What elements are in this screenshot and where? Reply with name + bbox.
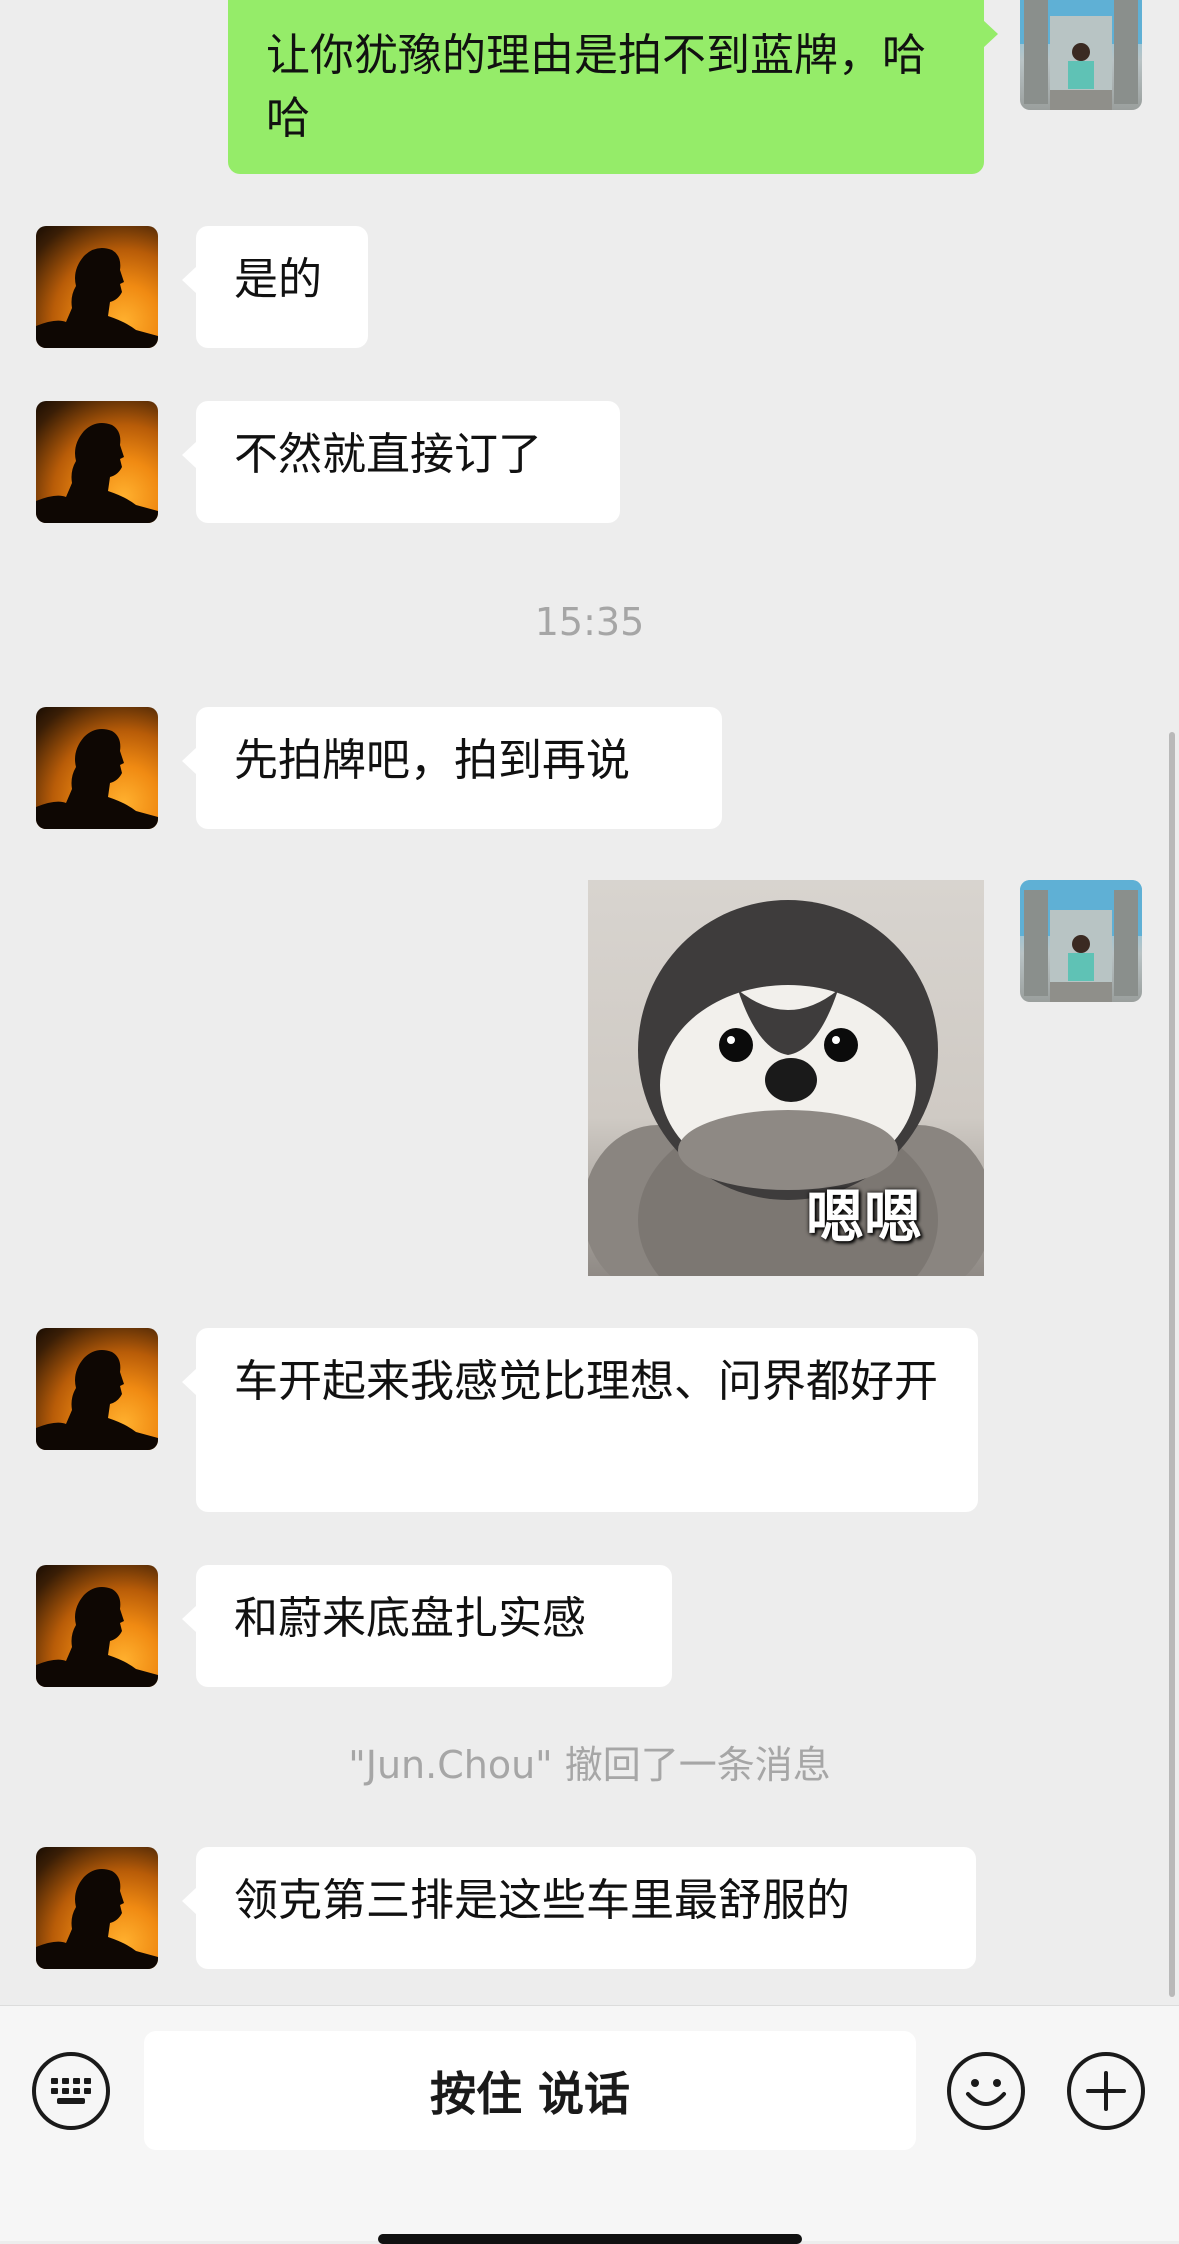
hold-to-talk-button[interactable]: 按住 说话	[144, 2031, 916, 2150]
friend-avatar[interactable]	[36, 226, 158, 348]
emoji-icon	[966, 2079, 1006, 2106]
message-text: 让你犹豫的理由是拍不到蓝牌，哈哈	[266, 30, 926, 144]
message-bubble-outgoing[interactable]: 让你犹豫的理由是拍不到蓝牌，哈哈	[228, 0, 998, 174]
recall-notice: "Jun.Chou" 撤回了一条消息	[348, 1743, 831, 1787]
plus-icon	[1086, 2071, 1126, 2111]
friend-avatar[interactable]	[36, 401, 158, 523]
home-indicator	[378, 2234, 802, 2244]
message-bubble-incoming[interactable]: 不然就直接订了	[182, 401, 620, 523]
timestamp: 15:35	[534, 600, 645, 644]
chat-history[interactable]: 让你犹豫的理由是拍不到蓝牌，哈哈 是的 不然就直接订了 15:35 先拍牌吧，拍…	[0, 0, 1179, 2005]
sticker-caption: 嗯嗯	[805, 1183, 922, 1251]
message-bubble-incoming[interactable]: 是的	[182, 226, 368, 348]
emoji-button[interactable]	[947, 2052, 1025, 2130]
scrollbar[interactable]	[1169, 732, 1175, 1997]
message-text: 是的	[234, 254, 322, 305]
message-bubble-incoming[interactable]: 车开起来我感觉比理想、问界都好开	[182, 1328, 978, 1512]
message-text: 先拍牌吧，拍到再说	[234, 735, 630, 786]
friend-avatar[interactable]	[36, 707, 158, 829]
message-bubble-incoming[interactable]: 和蔚来底盘扎实感	[182, 1565, 672, 1687]
my-avatar[interactable]	[1020, 880, 1142, 1002]
message-bubble-incoming[interactable]: 领克第三排是这些车里最舒服的	[182, 1847, 976, 1969]
penguin-sticker[interactable]: 嗯嗯	[588, 880, 984, 1276]
keyboard-icon	[51, 2078, 91, 2104]
friend-avatar[interactable]	[36, 1565, 158, 1687]
friend-avatar[interactable]	[36, 1847, 158, 1969]
message-text: 和蔚来底盘扎实感	[234, 1593, 586, 1644]
friend-avatar[interactable]	[36, 1328, 158, 1450]
message-text: 不然就直接订了	[234, 429, 542, 480]
message-text: 车开起来我感觉比理想、问界都好开	[234, 1356, 938, 1407]
more-button[interactable]	[1067, 2052, 1145, 2130]
keyboard-toggle-button[interactable]	[32, 2052, 110, 2130]
message-text: 领克第三排是这些车里最舒服的	[234, 1875, 850, 1926]
input-bar: 按住 说话	[0, 2005, 1179, 2241]
message-bubble-incoming[interactable]: 先拍牌吧，拍到再说	[182, 707, 722, 829]
my-avatar[interactable]	[1020, 0, 1142, 110]
